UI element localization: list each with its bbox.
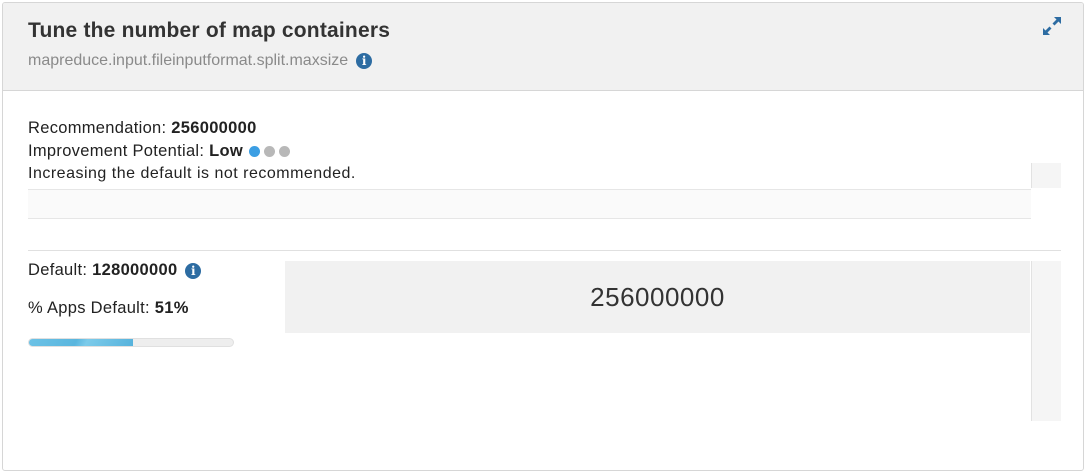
improvement-label: Improvement Potential:: [28, 142, 210, 160]
recommendation-summary: Recommendation: 256000000 Improvement Po…: [28, 117, 291, 163]
value-panel-scrollbar[interactable]: [1031, 261, 1061, 421]
property-name-row: mapreduce.input.fileinputformat.split.ma…: [28, 52, 373, 70]
apps-default-row: % Apps Default: 51%: [28, 299, 268, 318]
recommendation-card: Tune the number of map containers mapred…: [2, 2, 1084, 471]
info-icon[interactable]: i: [356, 53, 373, 69]
description-scrollbar[interactable]: [1031, 163, 1061, 188]
improvement-level-indicator: [249, 146, 291, 158]
default-text: Default: 128000000: [28, 261, 177, 280]
recommendation-row: Recommendation: 256000000: [28, 117, 290, 140]
apps-default-value: 51%: [154, 299, 189, 317]
recommendation-label: Recommendation:: [28, 119, 172, 137]
level-dot: [249, 146, 261, 158]
section-divider: [28, 250, 1061, 251]
level-dot: [264, 146, 276, 158]
default-row: Default: 128000000 i: [28, 261, 268, 280]
card-header: Tune the number of map containers mapred…: [3, 3, 1083, 91]
improvement-value: Low: [209, 142, 244, 160]
default-label: Default:: [28, 261, 93, 279]
recommended-value-display: 256000000: [590, 281, 725, 312]
apps-default-progress-fill: [29, 339, 134, 346]
level-dot: [279, 146, 291, 158]
improvement-row: Improvement Potential: Low: [28, 140, 291, 163]
property-name: mapreduce.input.fileinputformat.split.ma…: [28, 52, 349, 69]
default-value: 128000000: [92, 261, 178, 279]
default-stats: Default: 128000000 i % Apps Default: 51%: [28, 261, 268, 347]
expand-icon[interactable]: [1041, 15, 1063, 37]
recommended-value-panel: 256000000: [285, 261, 1030, 333]
recommendation-value: 256000000: [171, 119, 257, 137]
card-title: Tune the number of map containers: [28, 19, 391, 42]
apps-default-label: % Apps Default:: [28, 299, 155, 317]
apps-default-progress-bar: [28, 338, 234, 347]
description-area: [28, 189, 1031, 219]
recommendation-description: Increasing the default is not recommende…: [28, 165, 356, 182]
default-info-icon[interactable]: i: [185, 262, 202, 279]
